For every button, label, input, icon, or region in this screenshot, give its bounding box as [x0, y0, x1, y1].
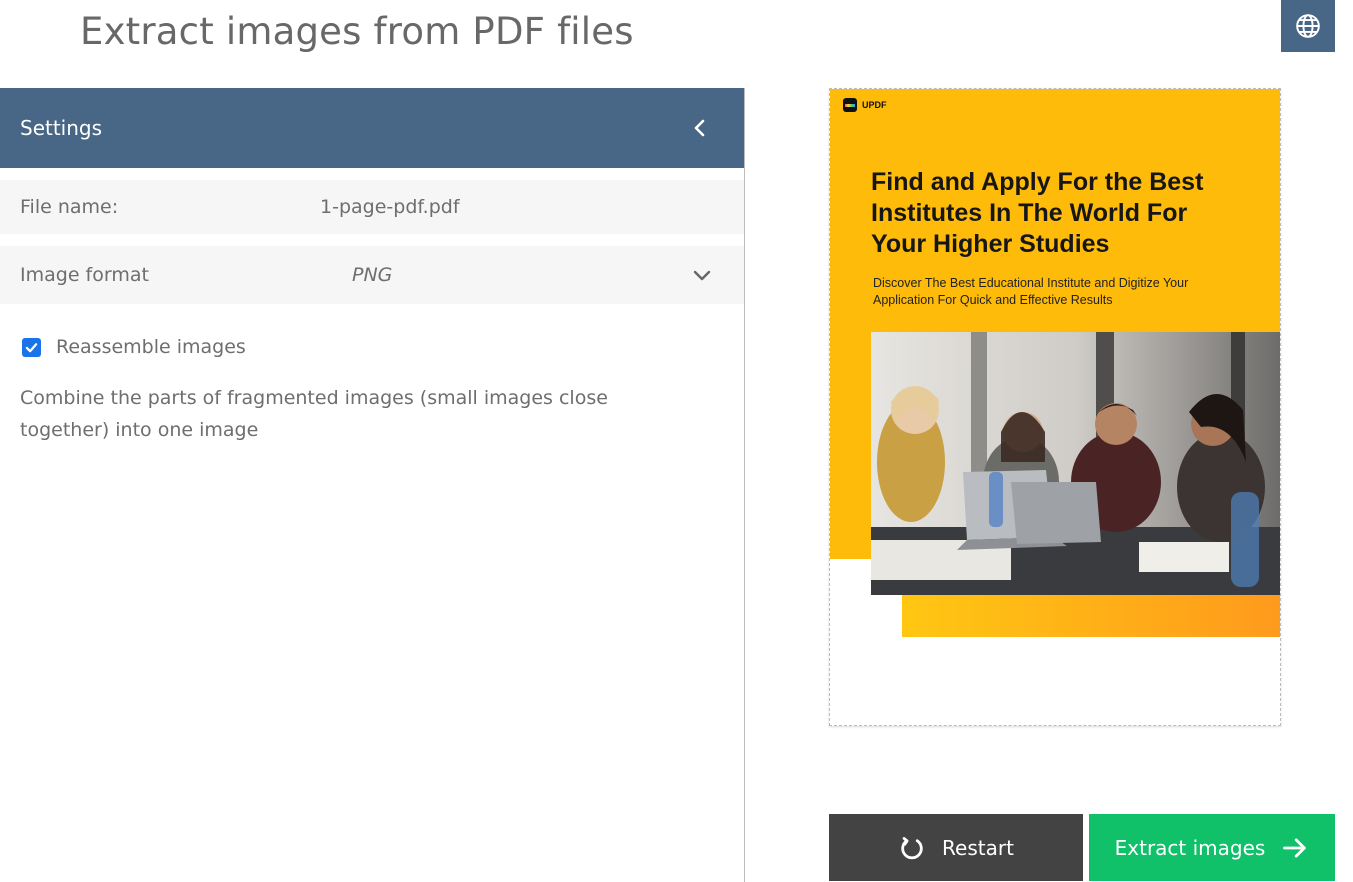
- extract-images-button[interactable]: Extract images: [1089, 814, 1335, 881]
- chevron-left-icon: [694, 119, 705, 137]
- brand-name: UPDF: [862, 100, 887, 110]
- reassemble-checkbox[interactable]: [22, 337, 41, 357]
- settings-title: Settings: [20, 116, 103, 140]
- extract-images-label: Extract images: [1114, 835, 1266, 860]
- restart-icon: [901, 836, 923, 859]
- restart-button[interactable]: Restart: [829, 814, 1083, 881]
- image-format-select[interactable]: Image format PNG: [0, 246, 744, 304]
- arrow-right-icon: [1283, 837, 1307, 858]
- restart-label: Restart: [942, 835, 1014, 860]
- students-photo: [871, 332, 1280, 595]
- reassemble-option: Reassemble images: [22, 336, 246, 358]
- settings-panel: Settings File name: 1-page-pdf.pdf Image…: [0, 88, 745, 882]
- file-name-label: File name:: [20, 196, 119, 218]
- document-subheading: Discover The Best Educational Institute …: [873, 276, 1189, 307]
- page-title: Extract images from PDF files: [80, 10, 634, 53]
- language-button[interactable]: [1281, 0, 1335, 52]
- image-format-label: Image format: [20, 264, 149, 286]
- reassemble-description: Combine the parts of fragmented images (…: [20, 387, 608, 441]
- chevron-down-icon[interactable]: [690, 263, 714, 287]
- checkmark-icon: [25, 342, 38, 352]
- preview-accent-band: [902, 589, 1280, 637]
- reassemble-label: Reassemble images: [56, 336, 246, 358]
- collapse-settings-button[interactable]: [688, 116, 712, 140]
- file-name-row: File name: 1-page-pdf.pdf: [0, 180, 744, 234]
- document-heading: Find and Apply For the Best Institutes I…: [871, 168, 1204, 258]
- updf-logo-icon: [843, 98, 857, 112]
- brand-logo: UPDF: [843, 98, 887, 112]
- image-format-value: PNG: [352, 264, 393, 286]
- file-name-value: 1-page-pdf.pdf: [320, 196, 460, 218]
- settings-header: Settings: [0, 88, 744, 168]
- pdf-preview: UPDF Find and Apply For the Best Institu…: [829, 88, 1281, 726]
- globe-icon: [1296, 14, 1320, 38]
